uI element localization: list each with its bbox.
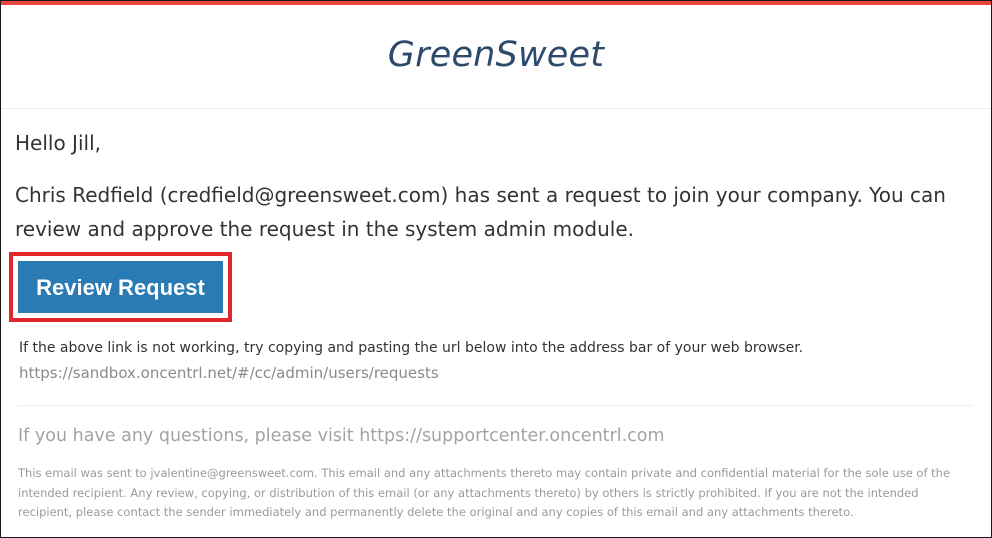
legal-footer: This email was sent to jvalentine@greens…: [18, 466, 951, 519]
request-message: Chris Redfield (credfield@greensweet.com…: [15, 183, 946, 241]
section-divider: [18, 405, 973, 406]
fallback-url-link[interactable]: https://sandbox.oncentrl.net/#/cc/admin/…: [19, 364, 439, 382]
fallback-instructions: If the above link is not working, try co…: [19, 340, 804, 356]
brand-logo-text: GreenSweet: [387, 35, 605, 75]
email-frame: GreenSweet Hello Jill, Chris Redfield (c…: [0, 0, 992, 538]
email-header: GreenSweet: [1, 5, 991, 109]
review-request-button[interactable]: Review Request: [18, 261, 223, 313]
greeting: Hello Jill,: [15, 131, 101, 155]
support-questions: If you have any questions, please visit …: [18, 426, 665, 446]
